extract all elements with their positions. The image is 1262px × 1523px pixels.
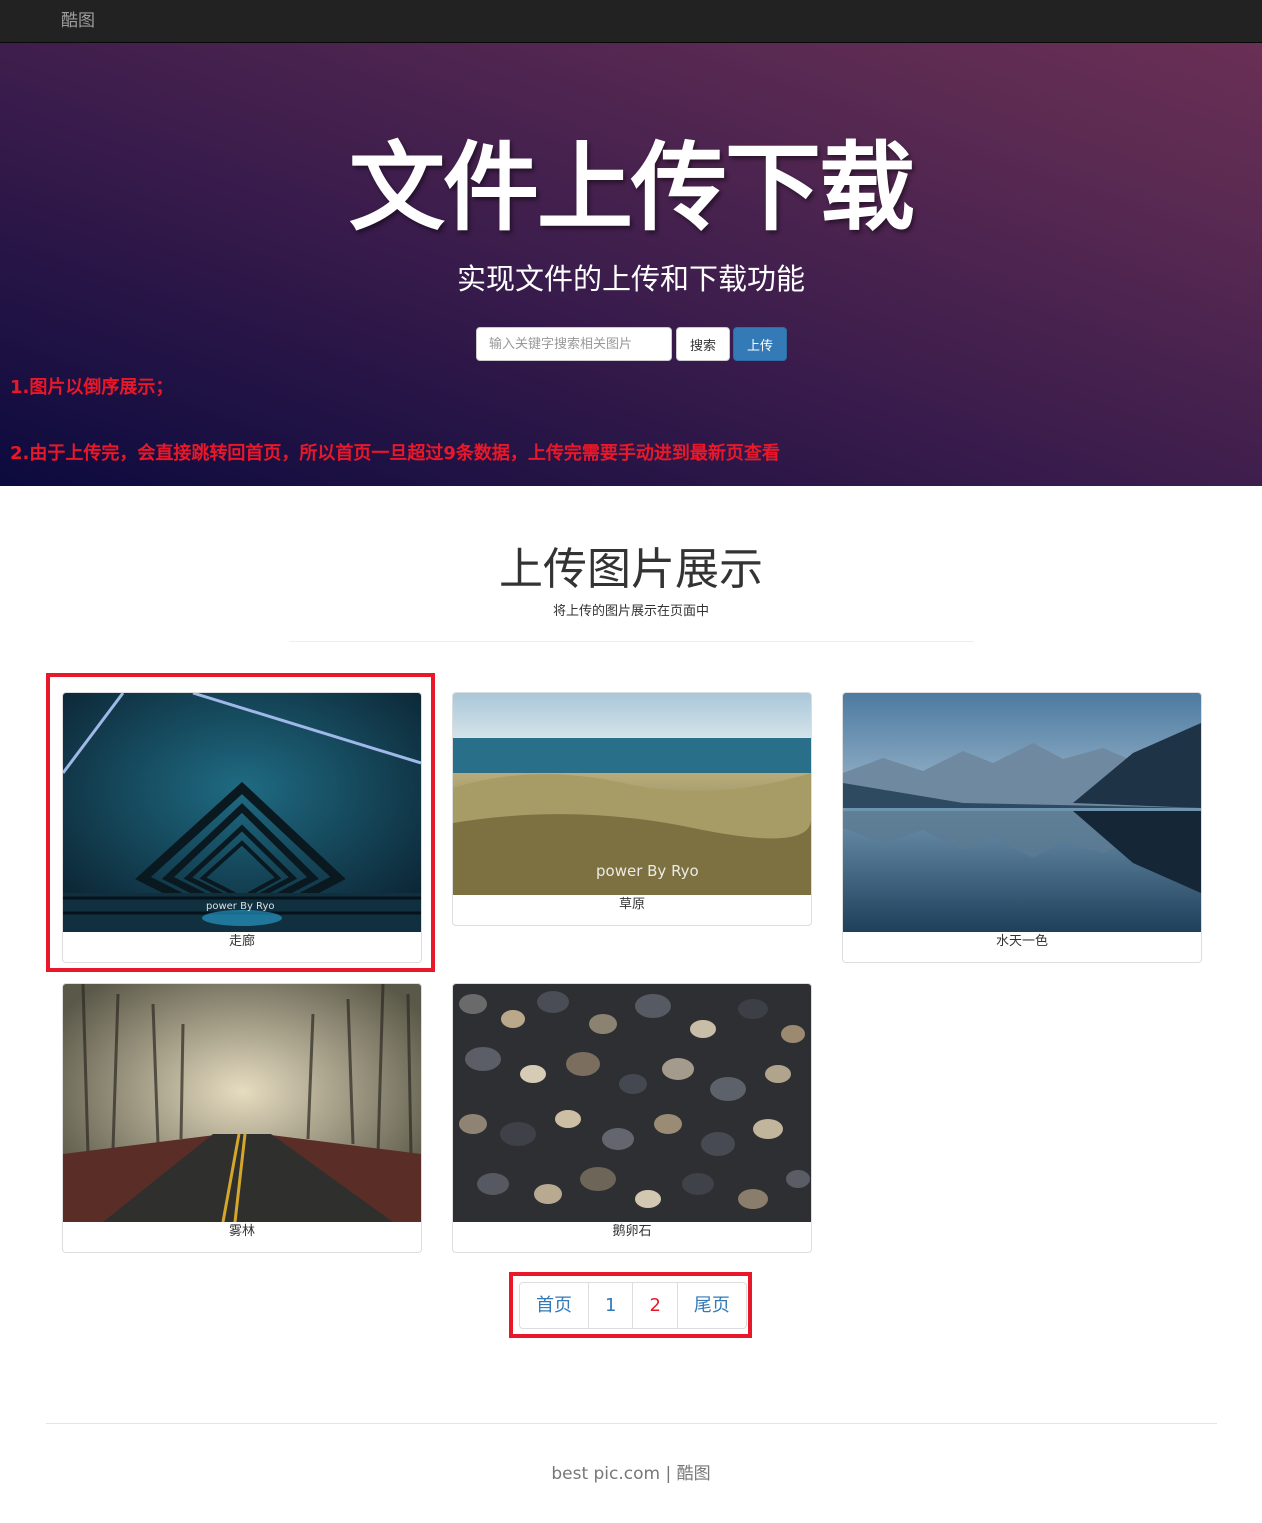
gallery-title: 上传图片展示 [499,544,763,595]
page-first-link[interactable]: 首页 [519,1282,589,1329]
top-navbar: 酷图 [0,0,1262,43]
image-caption: 鹅卵石 [612,1224,652,1239]
image-card[interactable]: 水天一色 [842,692,1202,963]
gallery-subtitle: 将上传的图片展示在页面中 [552,604,709,619]
image-caption: 雾林 [228,1224,255,1239]
upload-button[interactable]: 上传 [733,327,787,361]
footer-text: best pic.com | 酷图 [551,1464,711,1484]
page-2-link[interactable]: 2 [632,1282,678,1329]
image-card[interactable]: power By Ryo 草原 [452,692,812,926]
footer-divider [46,1423,1217,1424]
hero-title: 文件上传下载 [349,132,915,244]
page-1-link[interactable]: 1 [588,1282,634,1329]
image-caption: 草原 [618,897,645,912]
image-card[interactable]: 雾林 [62,983,422,1253]
foggy-forest-photo-icon [63,984,421,1222]
page-last-link[interactable]: 尾页 [676,1282,747,1329]
pagination: 首页 1 2 尾页 [519,1282,747,1329]
image-caption: 走廊 [228,934,255,949]
watermark: power By Ryo [206,901,275,912]
image-card[interactable]: 鹅卵石 [452,983,812,1253]
hero-banner: 文件上传下载 实现文件的上传和下载功能 搜索 上传 1.图片以倒序展示； 2.由… [0,43,1262,486]
search-button[interactable]: 搜索 [676,327,730,361]
search-input[interactable] [476,327,672,361]
divider [289,641,974,642]
note-upload-redirect: 2.由于上传完，会直接跳转回首页，所以首页一旦超过9条数据，上传完需要手动进到最… [10,443,780,464]
note-reverse-order: 1.图片以倒序展示； [10,377,174,398]
watermark: power By Ryo [596,862,699,880]
pebbles-photo-icon [453,984,811,1222]
image-caption: 水天一色 [995,934,1048,949]
lake-photo-icon [843,693,1201,932]
hero-subtitle: 实现文件的上传和下载功能 [456,262,805,296]
brand-link[interactable]: 酷图 [61,10,95,32]
corridor-photo-icon [63,693,421,932]
image-card[interactable]: power By Ryo 走廊 [62,692,422,963]
